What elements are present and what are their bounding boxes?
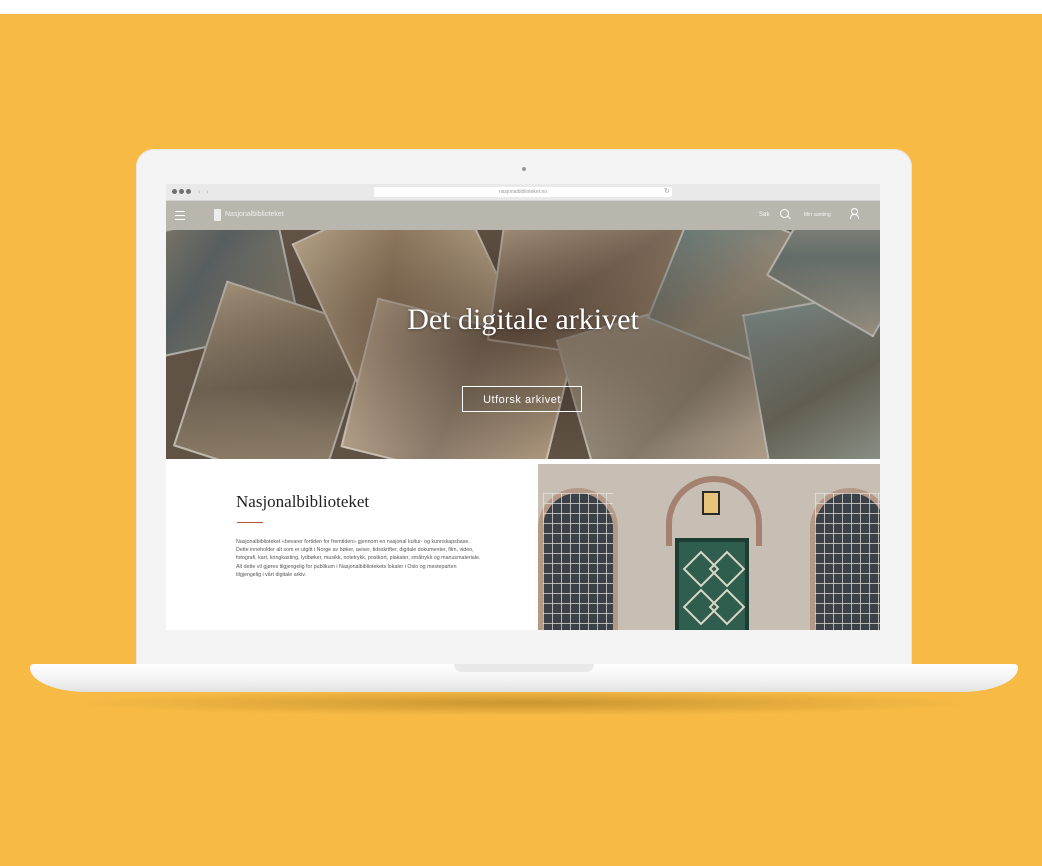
intro-body-text: Nasjonalbiblioteket «bevarer fortiden fo… [236, 539, 481, 578]
maximize-window-icon[interactable] [186, 189, 191, 194]
laptop-shadow [60, 690, 988, 716]
explore-archive-button[interactable]: Utforsk arkivet [462, 386, 582, 412]
address-bar[interactable]: nasjonalbiblioteket.no [374, 187, 672, 197]
hero-banner: Det digitale arkivet Utforsk arkivet [166, 230, 880, 459]
minimize-window-icon[interactable] [179, 189, 184, 194]
search-link[interactable]: Søk [759, 212, 770, 218]
library-logo-icon[interactable] [214, 209, 221, 221]
library-building-photo [538, 464, 880, 630]
intro-section: Nasjonalbiblioteket Nasjonalbiblioteket … [166, 459, 538, 630]
back-arrow-icon[interactable]: ‹ [198, 187, 201, 196]
browser-chrome: ‹ › nasjonalbiblioteket.no ↻ [166, 184, 880, 201]
top-white-strip [0, 0, 1042, 14]
search-icon[interactable] [780, 209, 789, 218]
arched-window [538, 488, 618, 630]
hamburger-menu-icon[interactable] [175, 211, 185, 223]
close-window-icon[interactable] [172, 189, 177, 194]
lamp [702, 491, 720, 515]
forward-arrow-icon[interactable]: › [206, 187, 209, 196]
intro-title: Nasjonalbiblioteket [236, 492, 370, 511]
accent-divider [237, 522, 263, 523]
hero-title: Det digitale arkivet [407, 303, 639, 336]
user-icon[interactable] [850, 208, 859, 219]
laptop-notch [454, 664, 594, 672]
camera-icon [522, 167, 526, 171]
account-link[interactable]: Min samling [804, 212, 831, 218]
laptop-screen: ‹ › nasjonalbiblioteket.no ↻ Nasjonalbib… [166, 184, 880, 630]
arched-window [810, 488, 880, 630]
green-door [675, 538, 749, 630]
site-name[interactable]: Nasjonalbiblioteket [225, 211, 284, 218]
reload-icon[interactable]: ↻ [664, 187, 670, 195]
site-header: Nasjonalbiblioteket Søk Min samling [166, 201, 880, 230]
hero-overlay [166, 230, 880, 459]
